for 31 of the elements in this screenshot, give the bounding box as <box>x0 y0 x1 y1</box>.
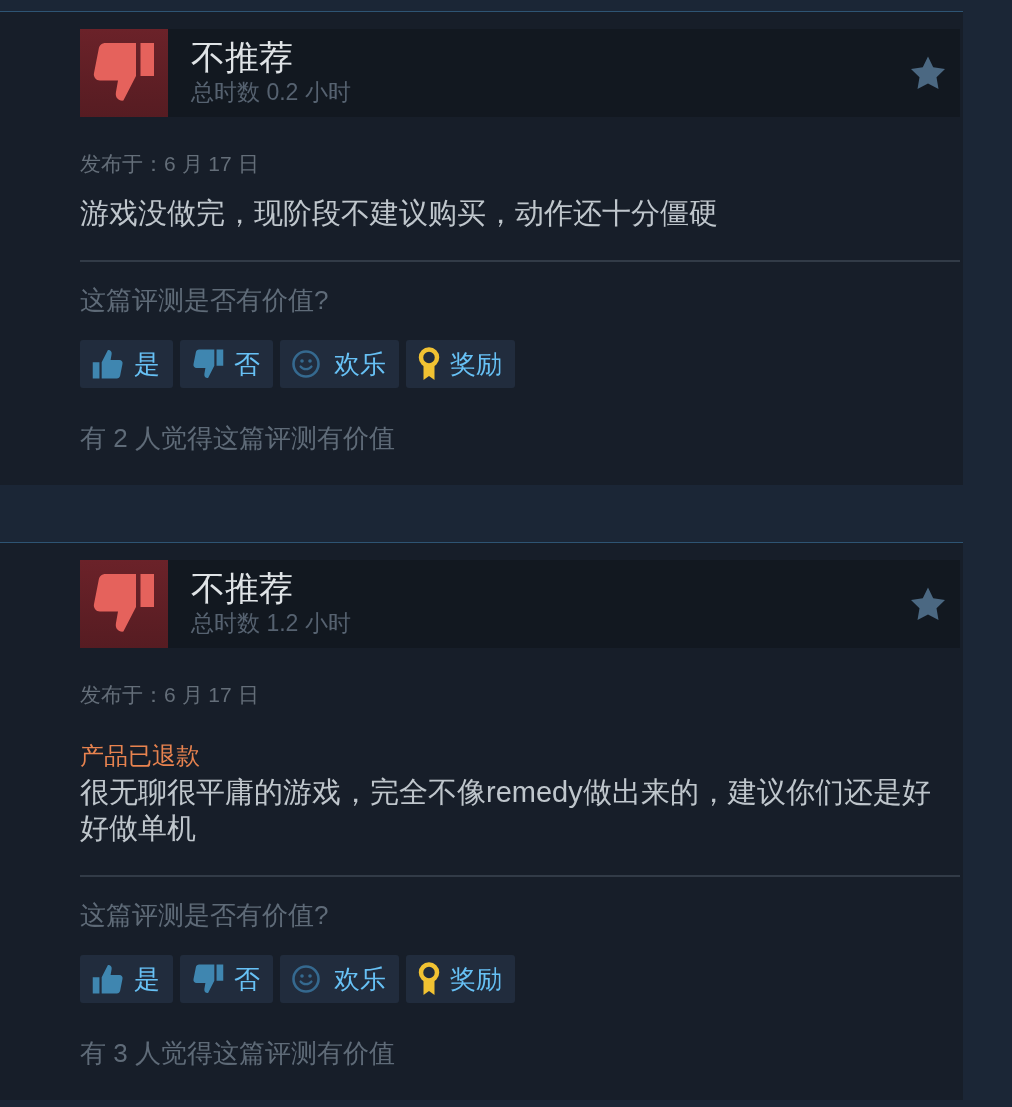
playtime-text: 总时数 1.2 小时 <box>191 609 351 638</box>
helpful-prompt: 这篇评测是否有价值? <box>80 285 329 315</box>
verdict-title: 不推荐 <box>191 568 293 608</box>
yes-button[interactable]: 是 <box>80 340 173 388</box>
verdict-title: 不推荐 <box>191 37 293 77</box>
playtime-text: 总时数 0.2 小时 <box>191 78 351 107</box>
helpful-count: 有 3 人觉得这篇评测有价值 <box>80 1038 395 1068</box>
star-icon <box>910 56 946 90</box>
smiley-icon <box>292 965 320 993</box>
helpful-count: 有 2 人觉得这篇评测有价值 <box>80 423 395 453</box>
posted-date: 发布于：6 月 17 日 <box>80 682 259 708</box>
yes-button[interactable]: 是 <box>80 955 173 1003</box>
review-text: 很无聊很平庸的游戏，完全不像remedy做出来的，建议你们还是好好做单机 <box>80 775 932 846</box>
thumbs-up-icon <box>92 348 124 380</box>
thumbs-down-icon <box>192 348 224 380</box>
smiley-icon <box>292 350 320 378</box>
review-text: 游戏没做完，现阶段不建议购买，动作还十分僵硬 <box>80 196 719 231</box>
award-button[interactable]: 奖励 <box>406 340 515 388</box>
thumbs-up-icon <box>92 963 124 995</box>
award-ribbon-icon <box>418 347 440 381</box>
refund-note: 产品已退款 <box>80 741 200 771</box>
no-button[interactable]: 否 <box>180 955 273 1003</box>
funny-button[interactable]: 欢乐 <box>280 955 399 1003</box>
thumbs-down-icon <box>192 963 224 995</box>
posted-date: 发布于：6 月 17 日 <box>80 151 259 177</box>
helpful-prompt: 这篇评测是否有价值? <box>80 900 329 930</box>
award-ribbon-icon <box>418 962 440 996</box>
star-icon <box>910 587 946 621</box>
no-button[interactable]: 否 <box>180 340 273 388</box>
funny-button[interactable]: 欢乐 <box>280 340 399 388</box>
award-button[interactable]: 奖励 <box>406 955 515 1003</box>
